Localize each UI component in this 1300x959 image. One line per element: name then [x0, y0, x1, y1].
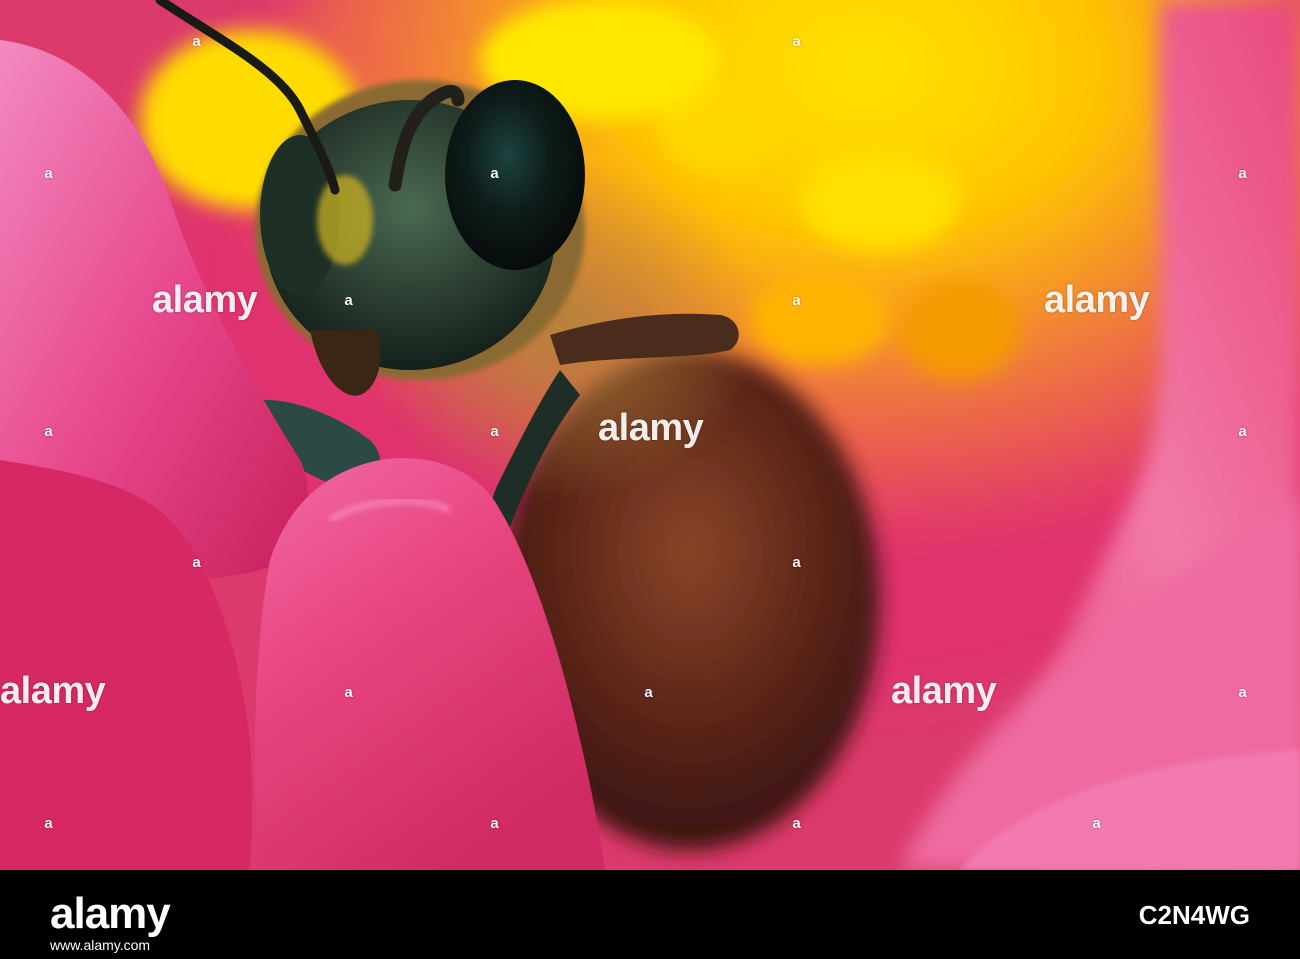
watermark-mark: a: [44, 815, 53, 832]
bee-on-flower-photo: alamy alamy alamy alamy alamy a a a a a …: [0, 0, 1300, 870]
watermark-mark: a: [490, 815, 499, 832]
watermark-mark: a: [1238, 684, 1247, 701]
image-id: C2N4WG: [1138, 900, 1250, 930]
watermark-mark: a: [792, 292, 801, 309]
watermark-mark: a: [792, 33, 801, 50]
watermark-mark: a: [1092, 815, 1101, 832]
watermark-text: alamy: [1044, 279, 1150, 321]
stock-footer-bar: alamy www.alamy.com C2N4WG: [0, 870, 1300, 959]
watermark-mark: a: [792, 554, 801, 571]
watermark-text: alamy: [152, 279, 258, 321]
watermark-mark: a: [44, 423, 53, 440]
watermark-text: alamy: [0, 670, 106, 712]
watermark-mark: a: [792, 815, 801, 832]
watermark-mark: a: [344, 684, 353, 701]
watermark-mark: a: [1238, 165, 1247, 182]
watermark-mark: a: [44, 165, 53, 182]
bee-compound-eye: [445, 80, 585, 270]
watermark-mark: a: [1238, 423, 1247, 440]
watermark-mark: a: [192, 33, 201, 50]
brand-url: www.alamy.com: [50, 937, 151, 953]
watermark-mark: a: [490, 423, 499, 440]
watermark-text: alamy: [891, 670, 997, 712]
watermark-mark: a: [344, 292, 353, 309]
watermark-text: alamy: [598, 407, 704, 449]
brand-logo: alamy: [50, 889, 171, 938]
watermark-mark: a: [644, 684, 653, 701]
stock-photo-frame: alamy alamy alamy alamy alamy a a a a a …: [0, 0, 1300, 959]
watermark-mark: a: [192, 554, 201, 571]
watermark-mark: a: [490, 165, 499, 182]
